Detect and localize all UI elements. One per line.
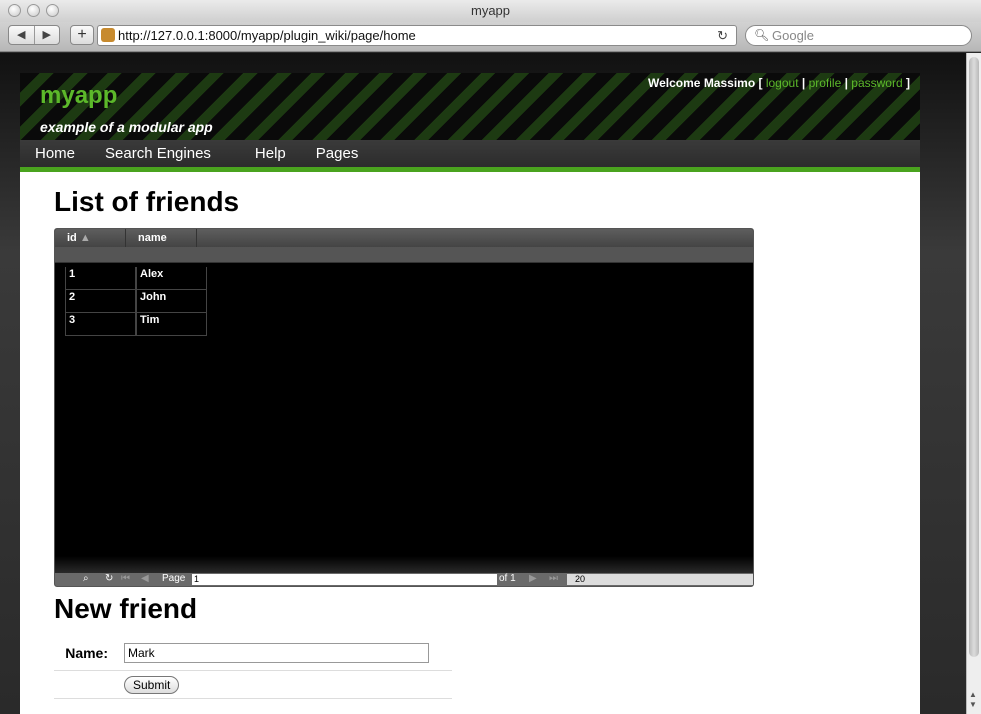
add-bookmark-button[interactable]: + <box>70 25 94 45</box>
reload-icon[interactable]: ↻ <box>717 26 728 45</box>
table-row[interactable]: 2 John <box>65 290 753 313</box>
logout-link[interactable]: logout <box>766 76 799 90</box>
name-field[interactable]: Mark <box>124 642 429 663</box>
friends-grid: id ▲ name 1 Alex 2 John 3 Tim ⌕ ↻ ⏮ ◀ Pa… <box>54 228 754 587</box>
page-count: of 1 <box>499 573 516 584</box>
site-logo[interactable]: myapp <box>40 82 117 110</box>
name-label: Name: <box>65 644 108 661</box>
window-title: myapp <box>470 3 511 18</box>
grid-header: id ▲ name <box>55 229 753 247</box>
column-header-name[interactable]: name <box>126 229 197 247</box>
page-label: Page <box>162 573 186 584</box>
menu-item-help[interactable]: Help <box>255 140 286 167</box>
friends-title: List of friends <box>54 186 240 217</box>
sort-ascending-icon: ▲ <box>79 232 91 244</box>
menu-item-pages[interactable]: Pages <box>316 140 359 167</box>
cell-name: Alex <box>136 267 207 290</box>
search-placeholder: Google <box>772 28 814 43</box>
window-titlebar: myapp <box>0 0 981 22</box>
scrollbar-thumb[interactable] <box>969 57 979 657</box>
search-icon: 🔍︎ <box>754 28 770 42</box>
scroll-arrows-icon[interactable]: ▲ ▼ <box>969 690 977 710</box>
new-friend-title: New friend <box>54 593 198 624</box>
page-size-select[interactable]: 20 <box>567 574 753 585</box>
address-text: http://127.0.0.1:8000/myapp/plugin_wiki/… <box>118 28 416 43</box>
menu-item-search-engines[interactable]: Search Engines <box>105 140 211 167</box>
profile-link[interactable]: profile <box>809 76 842 90</box>
site-tagline: example of a modular app <box>40 119 213 135</box>
user-welcome: Welcome Massimo [ logout | profile | pas… <box>648 76 910 90</box>
table-row[interactable]: 3 Tim <box>65 313 753 336</box>
page-container: myapp example of a modular app Welcome M… <box>20 73 920 714</box>
window-controls <box>8 4 59 17</box>
column-header-id[interactable]: id ▲ <box>55 229 126 247</box>
refresh-icon[interactable]: ↻ <box>105 573 113 585</box>
vertical-scrollbar[interactable]: ▲ ▼ <box>966 53 981 714</box>
grid-subheader <box>55 247 753 263</box>
browser-toolbar: ◀ ▶ + http://127.0.0.1:8000/myapp/plugin… <box>0 22 981 52</box>
grid-pager: ⌕ ↻ ⏮ ◀ Page 1 of 1 ▶ ⏭ 20 <box>55 573 753 586</box>
zoom-window-button[interactable] <box>46 4 59 17</box>
site-header: myapp example of a modular app Welcome M… <box>20 73 920 140</box>
back-arrow-icon[interactable]: ◀ <box>9 26 35 44</box>
favicon-icon <box>101 28 115 42</box>
address-bar[interactable]: http://127.0.0.1:8000/myapp/plugin_wiki/… <box>97 25 737 46</box>
page-number-input[interactable]: 1 <box>192 574 497 585</box>
last-page-icon[interactable]: ⏭ <box>549 573 558 585</box>
search-icon[interactable]: ⌕ <box>83 573 89 585</box>
table-row[interactable]: 1 Alex <box>65 267 753 290</box>
main-menu: Home Search Engines Help Pages <box>20 140 920 172</box>
cell-id: 2 <box>65 290 136 313</box>
forward-arrow-icon[interactable]: ▶ <box>35 26 60 44</box>
first-page-icon[interactable]: ⏮ <box>121 573 130 585</box>
search-input[interactable]: 🔍︎ Google <box>745 25 972 46</box>
menu-item-home[interactable]: Home <box>35 140 75 167</box>
cell-name: John <box>136 290 207 313</box>
prev-page-icon[interactable]: ◀ <box>141 573 149 585</box>
history-buttons: ◀ ▶ <box>8 25 60 45</box>
minimize-window-button[interactable] <box>27 4 40 17</box>
welcome-text: Welcome Massimo <box>648 76 756 90</box>
page-viewport: myapp example of a modular app Welcome M… <box>0 53 966 714</box>
submit-button[interactable]: Submit <box>124 675 180 694</box>
password-link[interactable]: password <box>851 76 902 90</box>
cell-id: 1 <box>65 267 136 290</box>
cell-name: Tim <box>136 313 207 336</box>
next-page-icon[interactable]: ▶ <box>529 573 537 585</box>
new-friend-form: Name: Mark Submit <box>54 635 452 699</box>
close-window-button[interactable] <box>8 4 21 17</box>
cell-id: 3 <box>65 313 136 336</box>
